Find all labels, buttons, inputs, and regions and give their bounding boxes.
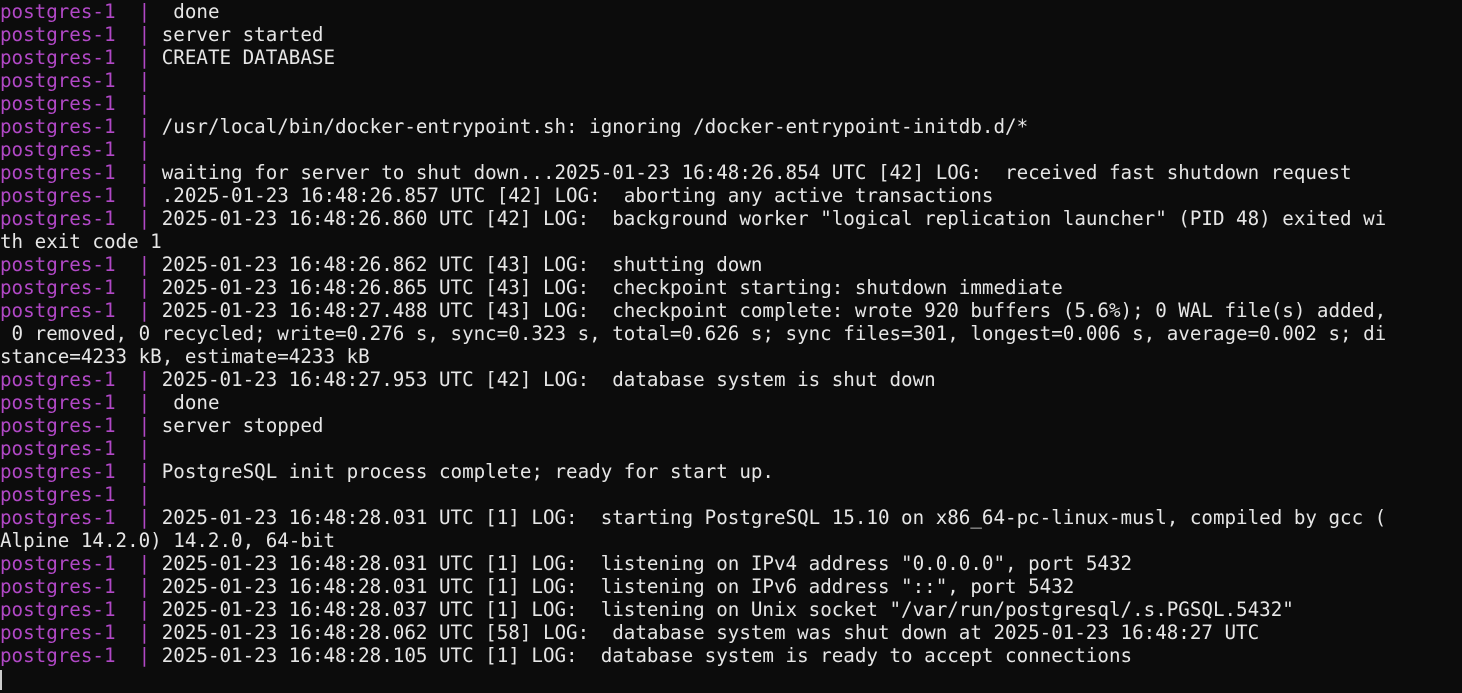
- log-message: .2025-01-23 16:48:26.857 UTC [42] LOG: a…: [161, 184, 994, 207]
- container-prefix: postgres-1 |: [0, 368, 162, 391]
- container-prefix: postgres-1 |: [0, 437, 162, 460]
- log-message: /usr/local/bin/docker-entrypoint.sh: ign…: [161, 115, 1029, 138]
- log-message: 2025-01-23 16:48:28.031 UTC [1] LOG: lis…: [161, 575, 1075, 598]
- terminal-line: 0 removed, 0 recycled; write=0.276 s, sy…: [0, 322, 1462, 345]
- log-message: stance=4233 kB, estimate=4233 kB: [0, 345, 370, 368]
- container-prefix: postgres-1 |: [0, 391, 162, 414]
- terminal-line: postgres-1 | 2025-01-23 16:48:26.860 UTC…: [0, 207, 1462, 230]
- container-prefix: postgres-1 |: [0, 644, 162, 667]
- terminal-line: postgres-1 | done: [0, 391, 1462, 414]
- log-message: 2025-01-23 16:48:27.488 UTC [43] LOG: ch…: [161, 299, 1387, 322]
- log-message: 2025-01-23 16:48:26.860 UTC [42] LOG: ba…: [161, 207, 1387, 230]
- container-prefix: postgres-1 |: [0, 161, 162, 184]
- terminal-line: postgres-1 | 2025-01-23 16:48:28.037 UTC…: [0, 598, 1462, 621]
- log-message: done: [161, 391, 220, 414]
- container-prefix: postgres-1 |: [0, 552, 162, 575]
- terminal-line: th exit code 1: [0, 230, 1462, 253]
- container-prefix: postgres-1 |: [0, 23, 162, 46]
- terminal-line: postgres-1 | 2025-01-23 16:48:28.031 UTC…: [0, 506, 1462, 529]
- log-message: 2025-01-23 16:48:28.105 UTC [1] LOG: dat…: [161, 644, 1133, 667]
- text-cursor: [0, 669, 2, 690]
- terminal-line: postgres-1 | waiting for server to shut …: [0, 161, 1462, 184]
- log-message: 2025-01-23 16:48:26.862 UTC [43] LOG: sh…: [161, 253, 763, 276]
- container-prefix: postgres-1 |: [0, 575, 162, 598]
- terminal-prompt-line[interactable]: [0, 667, 1462, 690]
- container-prefix: postgres-1 |: [0, 460, 162, 483]
- log-message: 2025-01-23 16:48:28.031 UTC [1] LOG: sta…: [161, 506, 1387, 529]
- container-prefix: postgres-1 |: [0, 138, 162, 161]
- terminal-line: postgres-1 |: [0, 69, 1462, 92]
- terminal-line: postgres-1 | 2025-01-23 16:48:28.105 UTC…: [0, 644, 1462, 667]
- log-message: server started: [161, 23, 324, 46]
- container-prefix: postgres-1 |: [0, 184, 162, 207]
- log-message: th exit code 1: [0, 230, 162, 253]
- container-prefix: postgres-1 |: [0, 598, 162, 621]
- terminal-line: postgres-1 | 2025-01-23 16:48:27.953 UTC…: [0, 368, 1462, 391]
- container-prefix: postgres-1 |: [0, 0, 162, 23]
- log-message: PostgreSQL init process complete; ready …: [161, 460, 774, 483]
- terminal-line: postgres-1 | PostgreSQL init process com…: [0, 460, 1462, 483]
- log-message: 2025-01-23 16:48:26.865 UTC [43] LOG: ch…: [161, 276, 1063, 299]
- container-prefix: postgres-1 |: [0, 414, 162, 437]
- container-prefix: postgres-1 |: [0, 115, 162, 138]
- terminal-line: postgres-1 |: [0, 92, 1462, 115]
- terminal-line: postgres-1 |: [0, 437, 1462, 460]
- terminal-line: postgres-1 | 2025-01-23 16:48:28.031 UTC…: [0, 552, 1462, 575]
- terminal-line: postgres-1 | 2025-01-23 16:48:28.031 UTC…: [0, 575, 1462, 598]
- terminal-line: postgres-1 | server stopped: [0, 414, 1462, 437]
- terminal-line: stance=4233 kB, estimate=4233 kB: [0, 345, 1462, 368]
- log-message: 2025-01-23 16:48:27.953 UTC [42] LOG: da…: [161, 368, 936, 391]
- log-message: waiting for server to shut down...2025-0…: [161, 161, 1352, 184]
- terminal-line: postgres-1 | server started: [0, 23, 1462, 46]
- container-prefix: postgres-1 |: [0, 69, 162, 92]
- terminal-line: postgres-1 | CREATE DATABASE: [0, 46, 1462, 69]
- log-message: 2025-01-23 16:48:28.062 UTC [58] LOG: da…: [161, 621, 1260, 644]
- terminal-line: postgres-1 | done: [0, 0, 1462, 23]
- container-prefix: postgres-1 |: [0, 621, 162, 644]
- container-prefix: postgres-1 |: [0, 207, 162, 230]
- container-prefix: postgres-1 |: [0, 483, 162, 506]
- log-message: 0 removed, 0 recycled; write=0.276 s, sy…: [0, 322, 1387, 345]
- terminal-line: postgres-1 |: [0, 138, 1462, 161]
- terminal-line: postgres-1 | 2025-01-23 16:48:28.062 UTC…: [0, 621, 1462, 644]
- terminal-line: postgres-1 | 2025-01-23 16:48:26.862 UTC…: [0, 253, 1462, 276]
- container-prefix: postgres-1 |: [0, 92, 162, 115]
- log-message: Alpine 14.2.0) 14.2.0, 64-bit: [0, 529, 336, 552]
- terminal-window[interactable]: postgres-1 | done postgres-1 | server st…: [0, 0, 1462, 693]
- terminal-line: Alpine 14.2.0) 14.2.0, 64-bit: [0, 529, 1462, 552]
- log-message: CREATE DATABASE: [161, 46, 336, 69]
- log-message: 2025-01-23 16:48:28.037 UTC [1] LOG: lis…: [161, 598, 1294, 621]
- terminal-line: postgres-1 | 2025-01-23 16:48:27.488 UTC…: [0, 299, 1462, 322]
- log-message: server stopped: [161, 414, 324, 437]
- container-prefix: postgres-1 |: [0, 276, 162, 299]
- container-prefix: postgres-1 |: [0, 253, 162, 276]
- log-message: done: [161, 0, 220, 23]
- terminal-line: postgres-1 |: [0, 483, 1462, 506]
- log-message: 2025-01-23 16:48:28.031 UTC [1] LOG: lis…: [161, 552, 1133, 575]
- container-prefix: postgres-1 |: [0, 299, 162, 322]
- container-prefix: postgres-1 |: [0, 46, 162, 69]
- terminal-line: postgres-1 | .2025-01-23 16:48:26.857 UT…: [0, 184, 1462, 207]
- container-prefix: postgres-1 |: [0, 506, 162, 529]
- terminal-line: postgres-1 | /usr/local/bin/docker-entry…: [0, 115, 1462, 138]
- terminal-line: postgres-1 | 2025-01-23 16:48:26.865 UTC…: [0, 276, 1462, 299]
